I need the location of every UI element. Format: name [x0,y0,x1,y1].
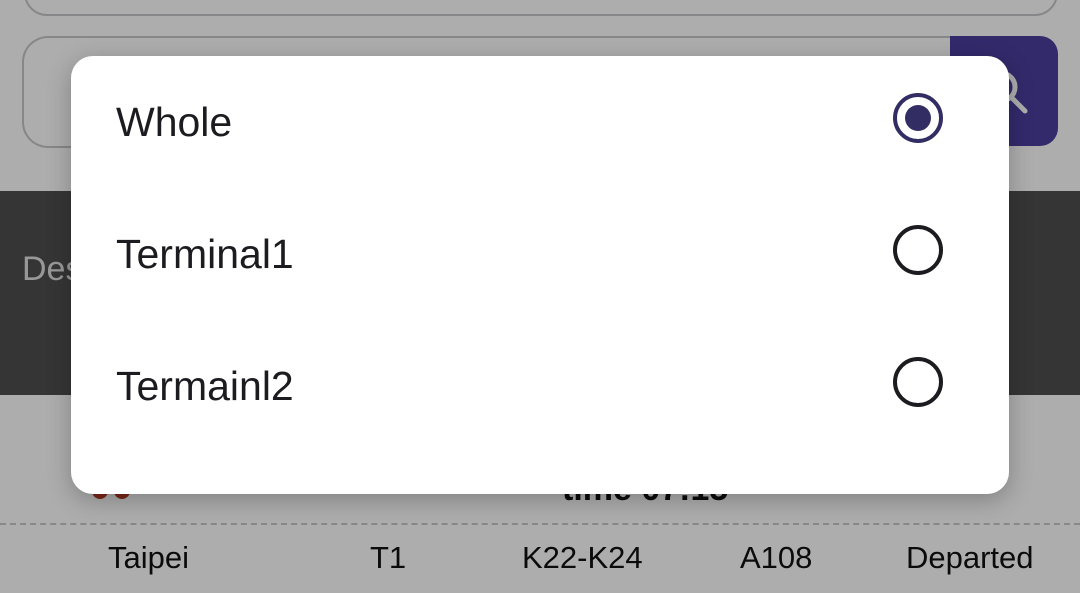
screen: Des te time 07:15 Taipei T1 K22-K24 A108… [0,0,1080,593]
terminal-select-dialog: Whole Terminal1 Termainl2 [71,56,1009,494]
radio-button[interactable] [893,225,943,275]
option-label: Termainl2 [116,363,294,409]
option-whole[interactable]: Whole [71,56,1009,188]
option-terminal2[interactable]: Termainl2 [71,320,1009,452]
radio-button[interactable] [893,357,943,407]
option-label: Whole [116,99,233,145]
radio-button-selected[interactable] [893,93,943,143]
option-terminal1[interactable]: Terminal1 [71,188,1009,320]
option-label: Terminal1 [116,231,294,277]
